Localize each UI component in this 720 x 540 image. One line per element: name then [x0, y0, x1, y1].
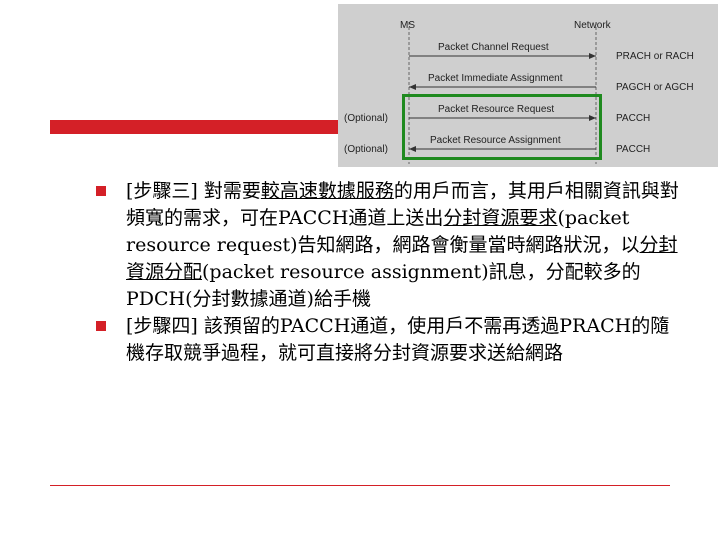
bullet-1-part-7: (packet resource assignment)訊息，分配較多的PDCH…	[126, 261, 641, 310]
bullet-item-1: [步驟三] 對需要較高速數據服務的用戶而言，其用戶相關資訊與對頻寬的需求，可在P…	[96, 178, 686, 313]
arrowhead-icon	[409, 84, 416, 90]
bullet-item-2: [步驟四] 該預留的PACCH通道，使用戶不需再透過PRACH的隨機存取競爭過程…	[96, 313, 686, 367]
message-1-channel: PRACH or RACH	[616, 51, 694, 62]
highlight-box	[402, 94, 602, 160]
title-accent-bar	[50, 120, 345, 134]
bullet-1-part-1: [步驟三] 對需要	[126, 180, 261, 202]
message-2-label: Packet Immediate Assignment	[426, 73, 565, 85]
message-3-optional: (Optional)	[344, 113, 388, 124]
signaling-diagram: MS Network Packet Channel Request PRACH …	[338, 4, 718, 167]
bullet-2-part-1: [步驟四] 該預留的PACCH通道，使用戶不需再透過PRACH的隨機存取競爭過程…	[126, 315, 670, 364]
message-3-channel: PACCH	[616, 113, 651, 124]
bullet-1-part-4: 分封資源要求	[443, 207, 558, 229]
message-1-label: Packet Channel Request	[436, 42, 551, 54]
bullet-square-icon	[96, 186, 106, 196]
arrowhead-icon	[589, 53, 596, 59]
message-4-channel: PACCH	[616, 144, 651, 155]
message-2-channel: PAGCH or AGCH	[616, 82, 694, 93]
footer-divider	[50, 485, 670, 486]
message-4-optional: (Optional)	[344, 144, 388, 155]
bullet-list: [步驟三] 對需要較高速數據服務的用戶而言，其用戶相關資訊與對頻寬的需求，可在P…	[96, 178, 686, 367]
bullet-1-part-2: 較高速數據服務	[260, 180, 394, 202]
network-label: Network	[574, 20, 611, 31]
bullet-square-icon	[96, 321, 106, 331]
ms-label: MS	[400, 20, 415, 31]
